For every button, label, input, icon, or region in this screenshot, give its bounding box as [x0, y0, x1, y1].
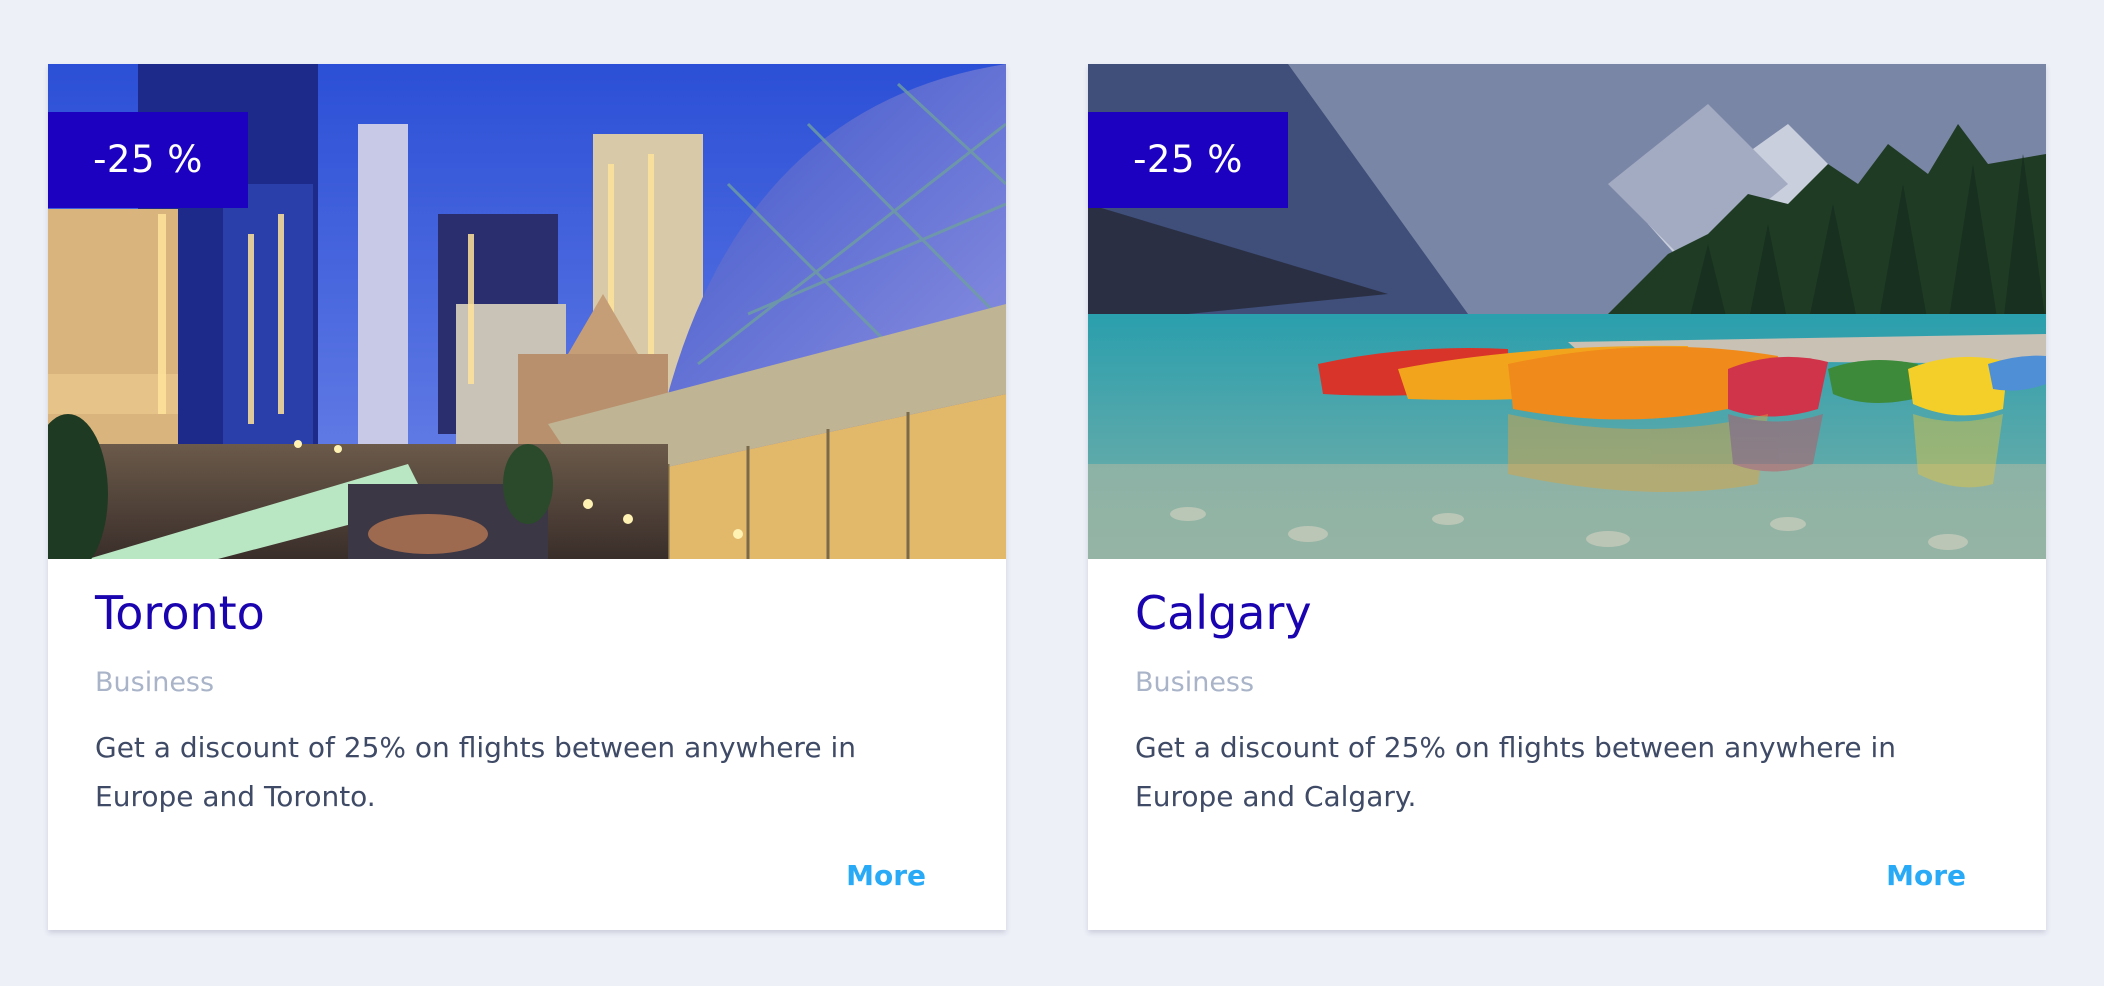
card-description: Get a discount of 25% on flights between…	[1135, 731, 1896, 813]
calgary-lake-photo: -25 %	[1088, 64, 2046, 559]
discount-badge: -25 %	[48, 112, 248, 208]
more-link[interactable]: More	[1886, 859, 1966, 892]
card-description: Get a discount of 25% on flights between…	[95, 731, 856, 813]
card-category: Business	[1135, 667, 1255, 698]
discount-badge: -25 %	[1088, 112, 1288, 208]
card-title: Toronto	[95, 586, 265, 640]
card-body: Calgary Business Get a discount of 25% o…	[1088, 559, 2046, 930]
offer-card-calgary: -25 % Calgary Business Get a discount of…	[1088, 64, 2046, 930]
card-title: Calgary	[1135, 586, 1312, 640]
toronto-city-photo: -25 %	[48, 64, 1006, 559]
more-link[interactable]: More	[846, 859, 926, 892]
offer-card-toronto: -25 % Toronto Business Get a discount of…	[48, 64, 1006, 930]
card-category: Business	[95, 667, 215, 698]
card-body: Toronto Business Get a discount of 25% o…	[48, 559, 1006, 930]
